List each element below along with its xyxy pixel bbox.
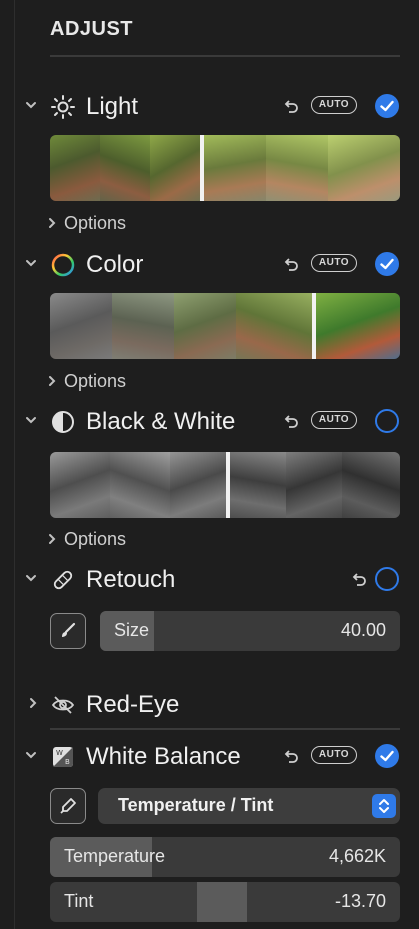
chevron-right-icon [46, 216, 64, 232]
filmstrip-frame [342, 452, 400, 518]
filmstrip-frame [112, 293, 174, 359]
light-filmstrip[interactable] [50, 135, 400, 201]
filmstrip-frame [170, 452, 226, 518]
filmstrip-frame [316, 293, 400, 359]
options-label: Options [64, 529, 127, 549]
filmstrip-frame [204, 135, 266, 201]
svg-text:B: B [65, 758, 70, 766]
panel-title: ADJUST [50, 18, 134, 40]
tint-slider[interactable]: Tint -13.70 [50, 882, 400, 922]
chevron-down-icon[interactable] [24, 98, 38, 112]
brush-tool-button[interactable] [50, 613, 86, 649]
eye-slash-icon [50, 692, 76, 718]
white-balance-icon: WB [50, 744, 76, 770]
slider-label: Tint [64, 891, 94, 911]
section-retouch-header[interactable]: Retouch [0, 563, 419, 597]
options-label: Options [64, 371, 127, 391]
slider-value: 40.00 [340, 620, 386, 640]
chevron-right-icon [46, 532, 64, 548]
section-retouch-label: Retouch [86, 566, 176, 593]
filmstrip-frame [100, 135, 150, 201]
auto-button[interactable]: AUTO [311, 96, 357, 114]
section-redeye-label: Red-Eye [86, 691, 180, 718]
color-filmstrip[interactable] [50, 293, 400, 359]
revert-icon[interactable] [282, 98, 300, 116]
filmstrip-frame [286, 452, 342, 518]
section-wb-header[interactable]: WB White Balance AUTO [0, 740, 419, 774]
wb-mode-select[interactable]: Temperature / Tint [98, 788, 400, 824]
revert-icon[interactable] [282, 413, 300, 431]
section-wb-label: White Balance [86, 743, 241, 770]
chevron-down-icon[interactable] [24, 256, 38, 270]
revert-icon[interactable] [282, 748, 300, 766]
filmstrip-frame [150, 135, 200, 201]
color-options-toggle[interactable]: Options [46, 371, 126, 392]
chevron-right-icon[interactable] [26, 696, 40, 710]
stepper-arrows-icon[interactable] [372, 794, 396, 818]
eyedropper-button[interactable] [50, 788, 86, 824]
section-bw-header[interactable]: Black & White AUTO [0, 405, 419, 439]
slider-value: 4,662K [328, 846, 386, 866]
half-circle-icon [50, 409, 76, 435]
slider-marker [197, 882, 247, 922]
filmstrip-frame [50, 293, 112, 359]
retouch-size-slider[interactable]: Size 40.00 [100, 611, 400, 651]
filmstrip-frame [174, 293, 236, 359]
eyedropper-icon [60, 798, 76, 814]
chevron-down-icon[interactable] [24, 748, 38, 762]
section-light-header[interactable]: Light AUTO [0, 90, 419, 124]
options-label: Options [64, 213, 127, 233]
bw-options-toggle[interactable]: Options [46, 529, 126, 550]
auto-button[interactable]: AUTO [311, 746, 357, 764]
slider-value: -13.70 [334, 891, 386, 911]
temperature-slider[interactable]: Temperature 4,662K [50, 837, 400, 877]
sun-icon [50, 94, 76, 120]
bw-filmstrip[interactable] [50, 452, 400, 518]
checkmark-enabled-icon[interactable] [374, 251, 400, 277]
section-divider [50, 728, 400, 730]
section-color-header[interactable]: Color AUTO [0, 248, 419, 282]
filmstrip-frame [50, 452, 110, 518]
filmstrip-frame [328, 135, 400, 201]
checkmark-enabled-icon[interactable] [374, 743, 400, 769]
chevron-down-icon[interactable] [24, 571, 38, 585]
color-wheel-icon [50, 252, 76, 278]
brush-icon [62, 622, 76, 637]
checkmark-enabled-icon[interactable] [374, 93, 400, 119]
auto-button[interactable]: AUTO [311, 411, 357, 429]
filmstrip-frame [50, 135, 100, 201]
revert-icon[interactable] [282, 256, 300, 274]
chevron-down-icon[interactable] [24, 413, 38, 427]
slider-label: Size [114, 620, 150, 640]
section-color-label: Color [86, 251, 144, 278]
chevron-right-icon [46, 374, 64, 390]
section-bw-label: Black & White [86, 408, 236, 435]
filmstrip-frame [266, 135, 328, 201]
filmstrip-frame [230, 452, 286, 518]
slider-label: Temperature [64, 846, 166, 866]
wb-mode-selected: Temperature / Tint [118, 795, 274, 815]
section-redeye-header[interactable]: Red-Eye [0, 688, 419, 722]
filmstrip-frame [236, 293, 312, 359]
light-options-toggle[interactable]: Options [46, 213, 126, 234]
title-divider [50, 55, 400, 57]
auto-button[interactable]: AUTO [311, 254, 357, 272]
bandage-icon [50, 567, 76, 593]
filmstrip-frame [110, 452, 170, 518]
checkmark-disabled-icon[interactable] [374, 408, 400, 434]
revert-icon[interactable] [350, 571, 368, 589]
section-light-label: Light [86, 93, 139, 120]
svg-text:W: W [56, 749, 63, 757]
checkmark-disabled-icon[interactable] [374, 566, 400, 592]
